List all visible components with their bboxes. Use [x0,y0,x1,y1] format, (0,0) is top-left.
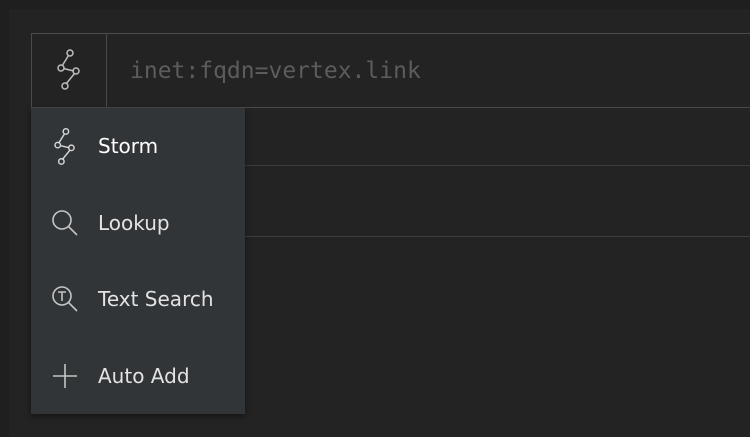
menu-item-label: Text Search [98,287,214,311]
query-mode-menu: Storm Lookup Text Search Auto Add [31,108,245,414]
menu-item-label: Lookup [98,211,170,235]
menu-item-lookup[interactable]: Lookup [31,185,245,261]
app-window: Storm Lookup Text Search [0,0,750,437]
text-search-icon [50,279,80,319]
result-row-divider [245,236,750,237]
storm-icon [50,126,80,166]
menu-item-storm[interactable]: Storm [31,108,245,184]
menu-item-label: Auto Add [98,364,190,388]
storm-icon [54,47,84,95]
result-row-divider [245,165,750,166]
menu-item-label: Storm [98,134,159,158]
query-bar [31,33,750,108]
menu-item-auto-add[interactable]: Auto Add [31,338,245,414]
query-input[interactable] [108,34,748,107]
query-mode-button[interactable] [32,34,107,107]
magnifier-icon [50,203,80,243]
menu-item-text-search[interactable]: Text Search [31,261,245,337]
plus-icon [50,356,80,396]
